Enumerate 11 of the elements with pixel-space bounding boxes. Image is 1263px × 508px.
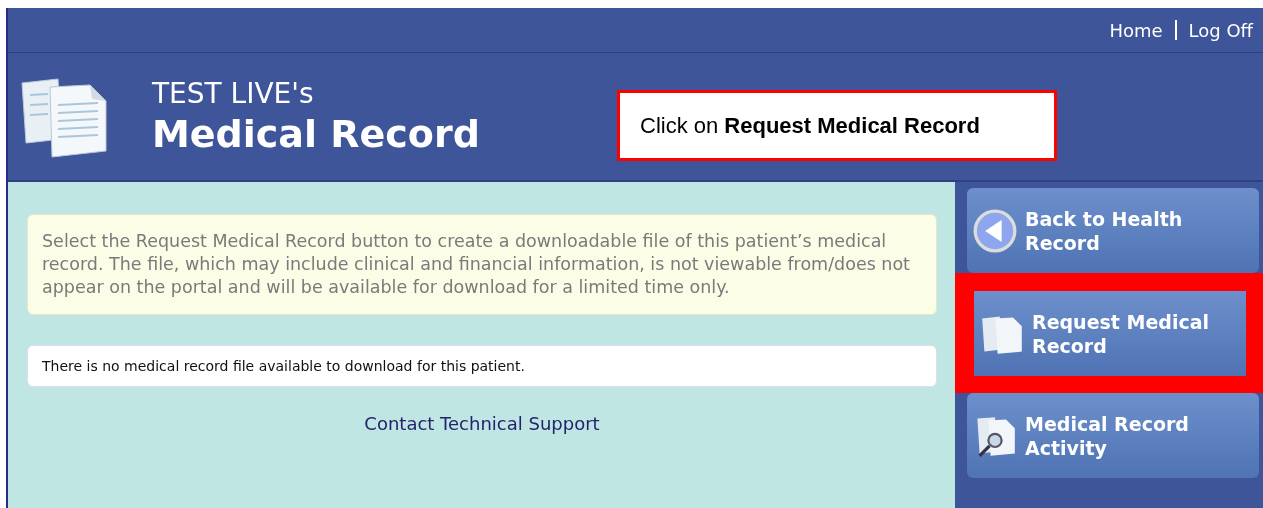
sidebar-button[interactable]: Medical Record Activity — [967, 393, 1259, 478]
sidebar-button[interactable]: Request Medical Record — [974, 291, 1246, 376]
info-message: Select the Request Medical Record button to create a downloadable file of this patient’s medical record. The file, which may include clinical and financial information, is not viewable from/does not appear on the portal and will be available for download for a limited time only. — [27, 214, 937, 315]
patient-name: TEST LIVE's — [152, 76, 315, 111]
support-link[interactable]: Contact Technical Support — [364, 413, 600, 434]
nav-link[interactable]: Home — [1109, 19, 1163, 41]
status-message: There is no medical record file available to download for this patient. — [27, 345, 937, 387]
page-title: Medical Record — [152, 110, 480, 157]
sidebar-button[interactable]: Back to Health Record — [967, 188, 1259, 273]
nav-link[interactable]: Log Off — [1188, 19, 1253, 41]
instruction-callout: Click on Request Medical Record — [617, 90, 1057, 161]
